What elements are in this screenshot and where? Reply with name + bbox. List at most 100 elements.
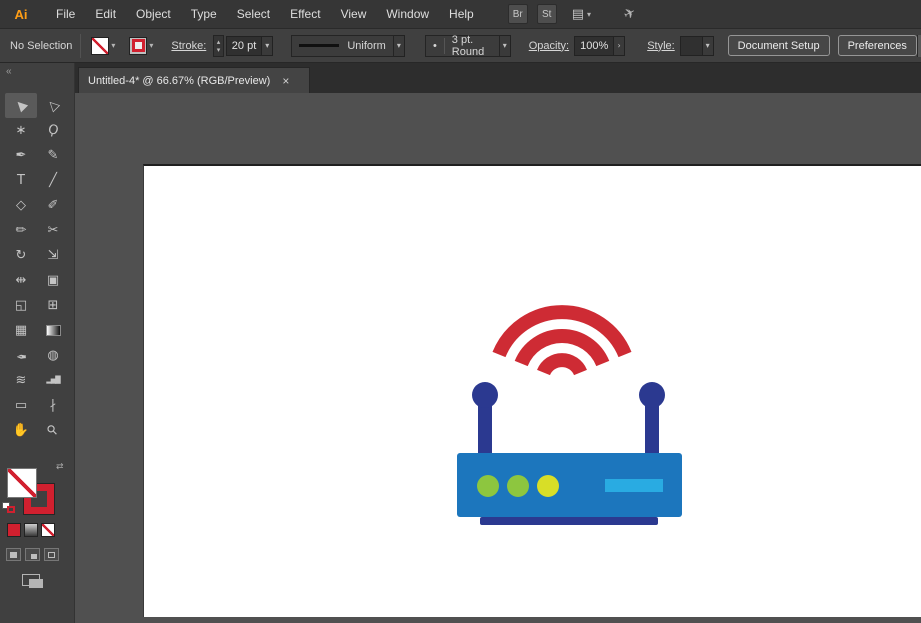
perspective-grid-tool[interactable]: ⊞ <box>37 293 69 318</box>
wifi-router-artwork[interactable] <box>444 291 689 531</box>
rotate-tool[interactable]: ↻ <box>5 243 37 268</box>
width-profile-value: Uniform <box>347 39 386 52</box>
width-profile-dropdown[interactable]: Uniform <box>291 34 394 57</box>
width-tool[interactable]: ⇹ <box>5 268 37 293</box>
swap-fill-stroke-icon[interactable]: ⇄ <box>56 462 64 472</box>
pencil-tool[interactable]: ✏ <box>5 218 37 243</box>
lasso-tool-icon: Ϙ <box>46 121 60 140</box>
style-chevron[interactable]: ▾ <box>702 35 714 56</box>
mesh-tool[interactable]: ▦ <box>5 318 37 343</box>
line-segment-tool[interactable]: ╱ <box>37 168 69 193</box>
workspace-switcher[interactable]: ▤ ▾ <box>572 7 591 22</box>
blend-tool[interactable]: ◍ <box>37 343 69 368</box>
style-field[interactable] <box>679 35 703 56</box>
gpu-performance-icon[interactable]: ✈ <box>621 4 639 24</box>
app-logo[interactable]: Ai <box>8 4 34 24</box>
router-base[interactable] <box>480 517 658 525</box>
stroke-profile-preview-icon <box>299 44 340 47</box>
document-tab[interactable]: Untitled-4* @ 66.67% (RGB/Preview) × <box>78 67 310 93</box>
menu-type[interactable]: Type <box>181 0 227 28</box>
stepper-up-icon[interactable]: ▴ <box>217 38 221 46</box>
paintbrush-tool[interactable]: ✐ <box>37 193 69 218</box>
opacity-field[interactable]: 100% <box>574 35 615 56</box>
led-light-2[interactable] <box>507 475 529 497</box>
brush-dot-icon: • <box>432 39 437 52</box>
artboard[interactable] <box>143 164 921 617</box>
document-tab-title: Untitled-4* @ 66.67% (RGB/Preview) <box>88 74 271 87</box>
stroke-weight-stepper[interactable]: ▴ ▾ <box>213 34 224 57</box>
lasso-tool[interactable]: Ϙ <box>37 118 69 143</box>
stroke-weight-dropdown[interactable]: ▾ <box>262 35 274 56</box>
menu-help[interactable]: Help <box>439 0 484 28</box>
stroke-color-control[interactable]: ▾ <box>129 36 153 55</box>
menu-window[interactable]: Window <box>376 0 439 28</box>
free-transform-tool[interactable]: ▣ <box>37 268 69 293</box>
gradient-tool[interactable] <box>37 318 69 343</box>
menu-file[interactable]: File <box>46 0 85 28</box>
led-light-3[interactable] <box>537 475 559 497</box>
panel-collapse-icon[interactable]: « <box>6 66 12 77</box>
chevron-down-icon[interactable]: ▾ <box>111 41 115 50</box>
opacity-chevron[interactable]: › <box>614 35 626 56</box>
opacity-label[interactable]: Opacity: <box>529 40 569 52</box>
zoom-tool[interactable]: ⚲ <box>37 418 69 443</box>
zoom-tool-icon: ⚲ <box>44 421 62 440</box>
scissors-tool[interactable]: ✂ <box>37 218 69 243</box>
artboard-tool[interactable]: ▭ <box>5 393 37 418</box>
stroke-weight-field[interactable]: 20 pt <box>225 35 263 56</box>
none-mode-button[interactable] <box>41 523 55 537</box>
style-label[interactable]: Style: <box>647 40 675 52</box>
eyedropper-tool[interactable]: ✒ <box>5 343 37 368</box>
draw-behind-button[interactable] <box>25 548 40 561</box>
bridge-button[interactable]: Br <box>507 4 528 24</box>
preferences-button[interactable]: Preferences <box>837 35 917 56</box>
antenna-right-tip[interactable] <box>639 382 665 408</box>
draw-normal-button[interactable] <box>6 548 21 561</box>
fill-color-control[interactable]: ▾ <box>91 36 115 55</box>
menu-view[interactable]: View <box>331 0 377 28</box>
menu-select[interactable]: Select <box>227 0 280 28</box>
fill-none-swatch[interactable] <box>91 36 110 55</box>
pen-tool[interactable]: ✒ <box>5 143 37 168</box>
shape-builder-tool[interactable]: ◱ <box>5 293 37 318</box>
width-profile-chevron[interactable]: ▾ <box>393 34 405 57</box>
chevron-down-icon[interactable]: ▾ <box>149 41 153 50</box>
shape-tool[interactable]: ◇ <box>5 193 37 218</box>
menu-effect[interactable]: Effect <box>280 0 330 28</box>
direct-selection-tool[interactable]: ▷ <box>37 93 69 118</box>
magic-wand-tool[interactable]: ∗ <box>5 118 37 143</box>
slice-tool[interactable]: ∤ <box>37 393 69 418</box>
router-panel[interactable] <box>605 479 663 492</box>
symbol-sprayer-tool[interactable]: ≋ <box>5 368 37 393</box>
wifi-signal-inner-arc[interactable] <box>537 353 587 376</box>
default-swatches-icon[interactable] <box>2 502 16 514</box>
panel-dock-icon[interactable] <box>916 34 921 57</box>
stroke-label[interactable]: Stroke: <box>171 40 206 52</box>
draw-inside-button[interactable] <box>44 548 59 561</box>
stepper-down-icon[interactable]: ▾ <box>217 46 221 54</box>
type-tool[interactable]: T <box>5 168 37 193</box>
menu-edit[interactable]: Edit <box>85 0 126 28</box>
gradient-mode-button[interactable] <box>24 523 38 537</box>
color-mode-button[interactable] <box>7 523 21 537</box>
tab-close-icon[interactable]: × <box>282 74 289 88</box>
document-setup-button[interactable]: Document Setup <box>727 35 830 56</box>
brush-name: 3 pt. Round <box>451 33 485 58</box>
menu-object[interactable]: Object <box>126 0 181 28</box>
curvature-tool-icon: ✎ <box>47 148 59 163</box>
menu-bar: Ai File Edit Object Type Select Effect V… <box>0 0 921 28</box>
selection-tool[interactable]: ▶ <box>5 93 37 118</box>
screen-mode-button[interactable] <box>22 574 46 590</box>
stroke-color-swatch[interactable] <box>129 36 148 55</box>
led-light-1[interactable] <box>477 475 499 497</box>
curvature-tool[interactable]: ✎ <box>37 143 69 168</box>
brush-chevron[interactable]: ▾ <box>499 34 511 57</box>
hand-tool[interactable]: ✋ <box>5 418 37 443</box>
brush-definition-dropdown[interactable]: • 3 pt. Round <box>424 33 500 58</box>
antenna-left-tip[interactable] <box>472 382 498 408</box>
column-graph-tool[interactable]: ▂▅█ <box>37 368 69 393</box>
canvas-area[interactable] <box>75 93 921 623</box>
fill-swatch[interactable] <box>7 468 37 498</box>
stock-button[interactable]: St <box>536 4 557 24</box>
scale-tool[interactable]: ⇲ <box>37 243 69 268</box>
